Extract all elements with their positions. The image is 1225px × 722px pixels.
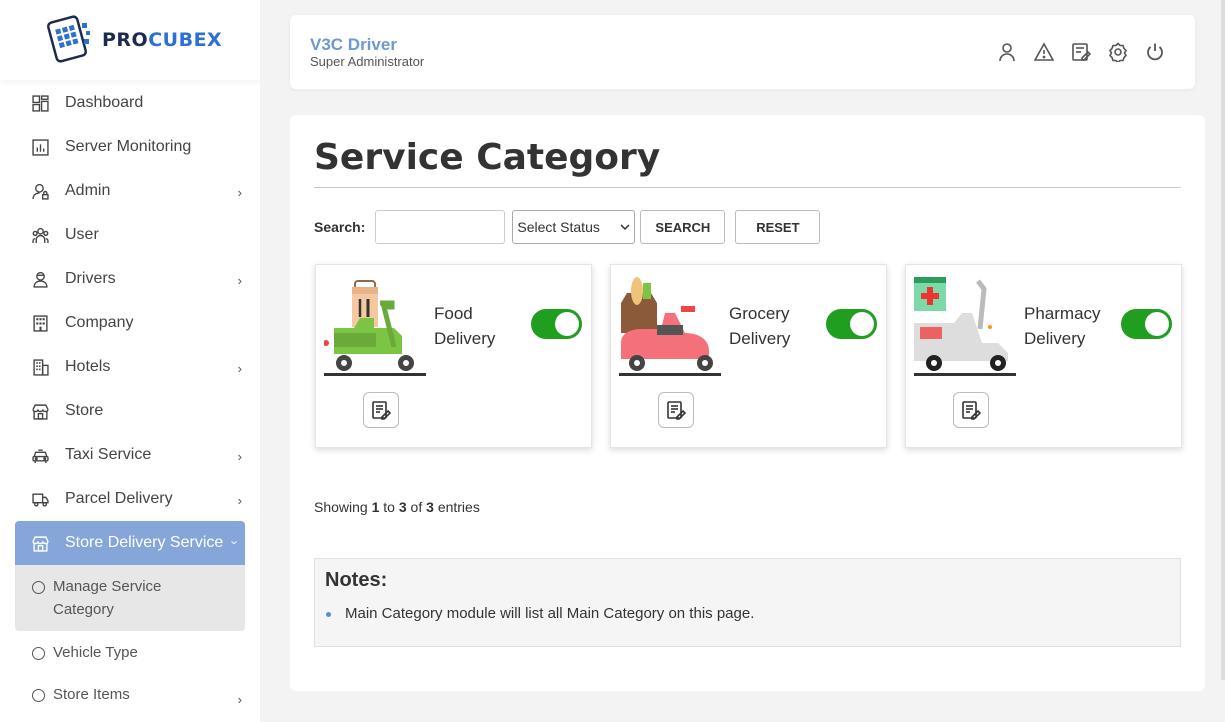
sidebar-item-label: Company — [65, 314, 134, 331]
sidebar-item-taxi-service[interactable]: Taxi Service › — [0, 433, 260, 477]
chart-icon — [32, 138, 49, 156]
warning-icon[interactable] — [1034, 42, 1054, 62]
sidebar-item-label: Store — [65, 402, 104, 419]
sidebar-item-server-monitoring[interactable]: Server Monitoring — [0, 125, 260, 169]
page-scrollbar[interactable] — [1221, 0, 1225, 680]
notes-panel: Notes: Main Category module will list al… — [314, 558, 1181, 647]
sidebar-item-label: Dashboard — [65, 94, 144, 111]
chevron-down-icon: › — [227, 540, 243, 545]
sidebar-subitem-label: Store Items — [53, 686, 130, 703]
sidebar-nav: Dashboard Server Monitoring Admin › User… — [0, 81, 260, 716]
search-bar: Search: Select Status SEARCH RESET — [314, 210, 830, 244]
food-scooter-icon — [324, 280, 426, 376]
header-subtitle: Super Administrator — [310, 54, 425, 69]
edit-icon — [667, 401, 686, 420]
edit-button[interactable] — [953, 392, 989, 428]
sidebar-item-company[interactable]: Company — [0, 301, 260, 345]
sidebar: PROCUBEX Dashboard Server Monitoring Adm… — [0, 0, 260, 722]
edit-icon — [372, 401, 391, 420]
logo-icon — [46, 15, 90, 63]
category-card-food-delivery: Food Delivery — [315, 264, 592, 448]
chevron-right-icon: › — [237, 273, 242, 288]
edit-button[interactable] — [658, 392, 694, 428]
sidebar-item-hotels[interactable]: Hotels › — [0, 345, 260, 389]
status-select-value: Select Status — [517, 219, 600, 235]
chevron-right-icon: › — [237, 185, 242, 200]
sidebar-subitem-vehicle-type[interactable]: Vehicle Type — [0, 631, 260, 674]
sidebar-item-label: User — [65, 226, 99, 243]
sidebar-item-label: Admin — [65, 182, 111, 199]
status-toggle[interactable] — [1121, 309, 1172, 339]
sidebar-item-label: Parcel Delivery — [65, 490, 173, 507]
category-card-pharmacy-delivery: Pharmacy Delivery — [905, 264, 1182, 448]
page-title: Service Category — [314, 137, 661, 178]
sidebar-item-user[interactable]: User — [0, 213, 260, 257]
edit-button[interactable] — [363, 392, 399, 428]
category-card-grocery-delivery: Grocery Delivery — [610, 264, 887, 448]
logo[interactable]: PROCUBEX — [0, 0, 260, 80]
category-name: Grocery Delivery — [729, 304, 791, 348]
store-icon — [32, 403, 49, 420]
sidebar-item-label: Drivers — [65, 270, 116, 287]
circle-icon — [32, 581, 45, 594]
header-actions — [997, 42, 1165, 62]
search-input[interactable] — [375, 210, 506, 244]
search-label: Search: — [314, 219, 366, 235]
logo-text: PROCUBEX — [102, 29, 223, 51]
main-panel: Service Category Search: Select Status S… — [290, 115, 1205, 691]
header-title: V3C Driver — [310, 35, 397, 54]
status-toggle[interactable] — [531, 309, 582, 339]
status-select[interactable]: Select Status — [512, 210, 636, 244]
sidebar-item-admin[interactable]: Admin › — [0, 169, 260, 213]
taxi-icon — [32, 447, 49, 464]
admin-icon — [32, 183, 49, 200]
driver-icon — [32, 271, 49, 288]
gear-icon[interactable] — [1108, 42, 1128, 62]
power-icon[interactable] — [1145, 42, 1165, 62]
reset-button[interactable]: RESET — [735, 210, 821, 244]
store-icon — [32, 535, 49, 552]
sidebar-item-dashboard[interactable]: Dashboard — [0, 81, 260, 125]
sidebar-subitem-label: Manage Service Category — [53, 578, 162, 618]
sidebar-subitem-manage-service-category[interactable]: Manage Service Category — [15, 565, 245, 631]
grocery-scooter-icon — [619, 277, 721, 376]
status-toggle[interactable] — [826, 309, 877, 339]
category-cards: Food Delivery Grocery Delivery Pharmacy … — [315, 264, 1182, 448]
sidebar-item-label: Server Monitoring — [65, 138, 192, 155]
sidebar-item-label: Hotels — [65, 358, 111, 375]
sidebar-item-drivers[interactable]: Drivers › — [0, 257, 260, 301]
sidebar-subitem-store-items[interactable]: Store Items › — [0, 674, 260, 716]
notes-title: Notes: — [325, 569, 388, 591]
chevron-right-icon: › — [237, 449, 242, 464]
edit-icon — [962, 401, 981, 420]
pharmacy-scooter-icon — [914, 277, 1016, 376]
truck-icon — [32, 491, 49, 508]
notes-item: Main Category module will list all Main … — [325, 605, 755, 622]
sidebar-item-label: Store Delivery Service — [65, 534, 224, 551]
chevron-right-icon: › — [237, 361, 242, 376]
hotel-icon — [32, 358, 49, 376]
circle-icon — [32, 647, 45, 660]
building-icon — [32, 314, 49, 332]
sidebar-item-store[interactable]: Store — [0, 389, 260, 433]
chevron-right-icon: › — [237, 692, 242, 707]
users-icon — [32, 227, 49, 244]
chevron-right-icon: › — [237, 493, 242, 508]
dashboard-icon — [32, 94, 49, 112]
circle-icon — [32, 689, 45, 702]
pagination-info: Showing 1 to 3 of 3 entries — [314, 499, 480, 515]
sidebar-item-store-delivery-service[interactable]: Store Delivery Service › — [15, 521, 245, 565]
chevron-down-icon — [620, 224, 630, 231]
edit-note-icon[interactable] — [1071, 42, 1091, 62]
title-divider — [314, 187, 1181, 188]
category-name: Pharmacy Delivery — [1024, 304, 1101, 348]
sidebar-subitem-label: Vehicle Type — [53, 644, 138, 661]
search-button[interactable]: SEARCH — [640, 210, 726, 244]
sidebar-item-label: Taxi Service — [65, 446, 152, 463]
category-name: Food Delivery — [434, 304, 496, 348]
profile-icon[interactable] — [997, 42, 1017, 62]
top-header: V3C Driver Super Administrator — [290, 15, 1195, 89]
sidebar-item-parcel-delivery[interactable]: Parcel Delivery › — [0, 477, 260, 521]
